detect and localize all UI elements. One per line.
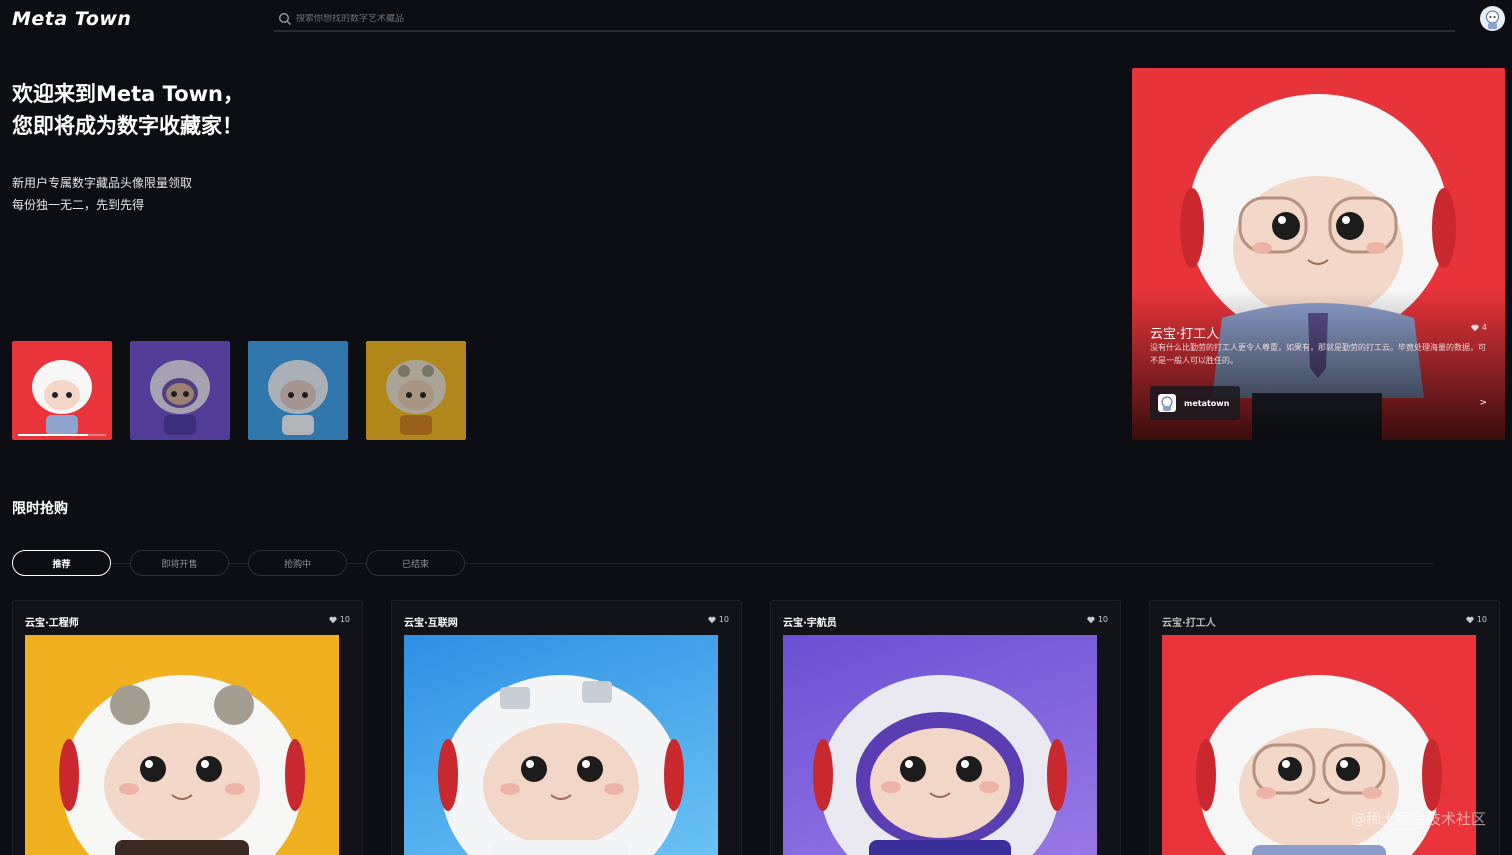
avatar-icon (1486, 10, 1499, 29)
thumbnail-worker[interactable] (12, 341, 112, 440)
heart-icon (1466, 616, 1474, 623)
creator-avatar (1158, 394, 1176, 412)
featured-like-count: 4 (1481, 323, 1487, 332)
like-count: 10 (339, 615, 350, 624)
product-list: 云宝·工程师 10 云宝·互联网 10 云宝·宇航员 10 云宝·打工人 10 (12, 600, 1500, 855)
product-name: 云宝·工程师 (25, 618, 79, 629)
product-likes[interactable]: 10 (1466, 615, 1487, 624)
hero-title-line2: 您即将成为数字收藏家！ (12, 114, 243, 138)
tab-coming-soon[interactable]: 即将开售 (130, 550, 229, 576)
featured-arrow-icon[interactable]: > (1479, 398, 1487, 408)
product-image (404, 635, 718, 855)
creator-badge[interactable]: metatown (1150, 386, 1240, 420)
creator-avatar-icon (1161, 396, 1173, 411)
character-image (813, 675, 1067, 855)
character-image (438, 675, 684, 855)
product-likes[interactable]: 10 (1087, 615, 1108, 624)
tab-recommended[interactable]: 推荐 (12, 550, 111, 576)
product-likes[interactable]: 10 (708, 615, 729, 624)
featured-card[interactable]: 云宝·打工人 4 没有什么比勤劳的打工人更令人尊重，如果有，那就是勤劳的打工云。… (1132, 68, 1505, 440)
thumbnail-progress (18, 434, 106, 436)
product-image (25, 635, 339, 855)
thumbnail-engineer[interactable] (366, 341, 466, 440)
like-count: 10 (1097, 615, 1108, 624)
logo[interactable]: Meta Town (12, 8, 131, 30)
featured-title: 云宝·打工人 (1150, 327, 1220, 342)
character-image (150, 360, 210, 435)
filter-tabs: 推荐 即将开售 抢购中 已结束 (12, 550, 465, 576)
like-count: 10 (718, 615, 729, 624)
thumbnail-astronaut[interactable] (130, 341, 230, 440)
character-image (59, 675, 305, 855)
watermark: @稀土掘金技术社区 (1350, 810, 1486, 828)
hero-title: 欢迎来到Meta Town， 您即将成为数字收藏家！ (12, 78, 244, 142)
featured-description: 没有什么比勤劳的打工人更令人尊重，如果有，那就是勤劳的打工云。毕竟处理海量的数据… (1150, 343, 1486, 365)
character-image (32, 360, 92, 435)
product-name: 云宝·宇航员 (783, 618, 837, 629)
product-likes[interactable]: 10 (329, 615, 350, 624)
hero-subtitle-line2: 每份独一无二，先到先得 (12, 198, 145, 212)
product-name: 云宝·打工人 (1162, 618, 1216, 629)
tab-ended[interactable]: 已结束 (366, 550, 465, 576)
tab-on-sale[interactable]: 抢购中 (248, 550, 347, 576)
hero-subtitle-line1: 新用户专属数字藏品头像限量领取 (12, 176, 193, 190)
thumbnail-internet[interactable] (248, 341, 348, 440)
heart-icon (708, 616, 716, 623)
product-card[interactable]: 云宝·互联网 10 (391, 600, 742, 855)
product-image (783, 635, 1097, 855)
search-bar[interactable] (274, 8, 1455, 32)
hero-thumbnails (12, 341, 466, 440)
product-card[interactable]: 云宝·宇航员 10 (770, 600, 1121, 855)
hero-title-line1: 欢迎来到Meta Town， (12, 82, 244, 106)
heart-icon (1471, 324, 1479, 331)
search-icon (278, 12, 291, 25)
character-image (386, 360, 446, 435)
like-count: 10 (1476, 615, 1487, 624)
product-card[interactable]: 云宝·工程师 10 (12, 600, 363, 855)
character-image (268, 360, 328, 435)
section-title: 限时抢购 (12, 501, 68, 517)
heart-icon (329, 616, 337, 623)
search-input[interactable] (296, 14, 1396, 24)
product-name: 云宝·互联网 (404, 618, 458, 629)
hero-subtitle: 新用户专属数字藏品头像限量领取 每份独一无二，先到先得 (12, 172, 192, 216)
user-avatar[interactable] (1480, 6, 1505, 31)
featured-likes[interactable]: 4 (1471, 323, 1487, 332)
creator-name: metatown (1184, 398, 1230, 408)
heart-icon (1087, 616, 1095, 623)
